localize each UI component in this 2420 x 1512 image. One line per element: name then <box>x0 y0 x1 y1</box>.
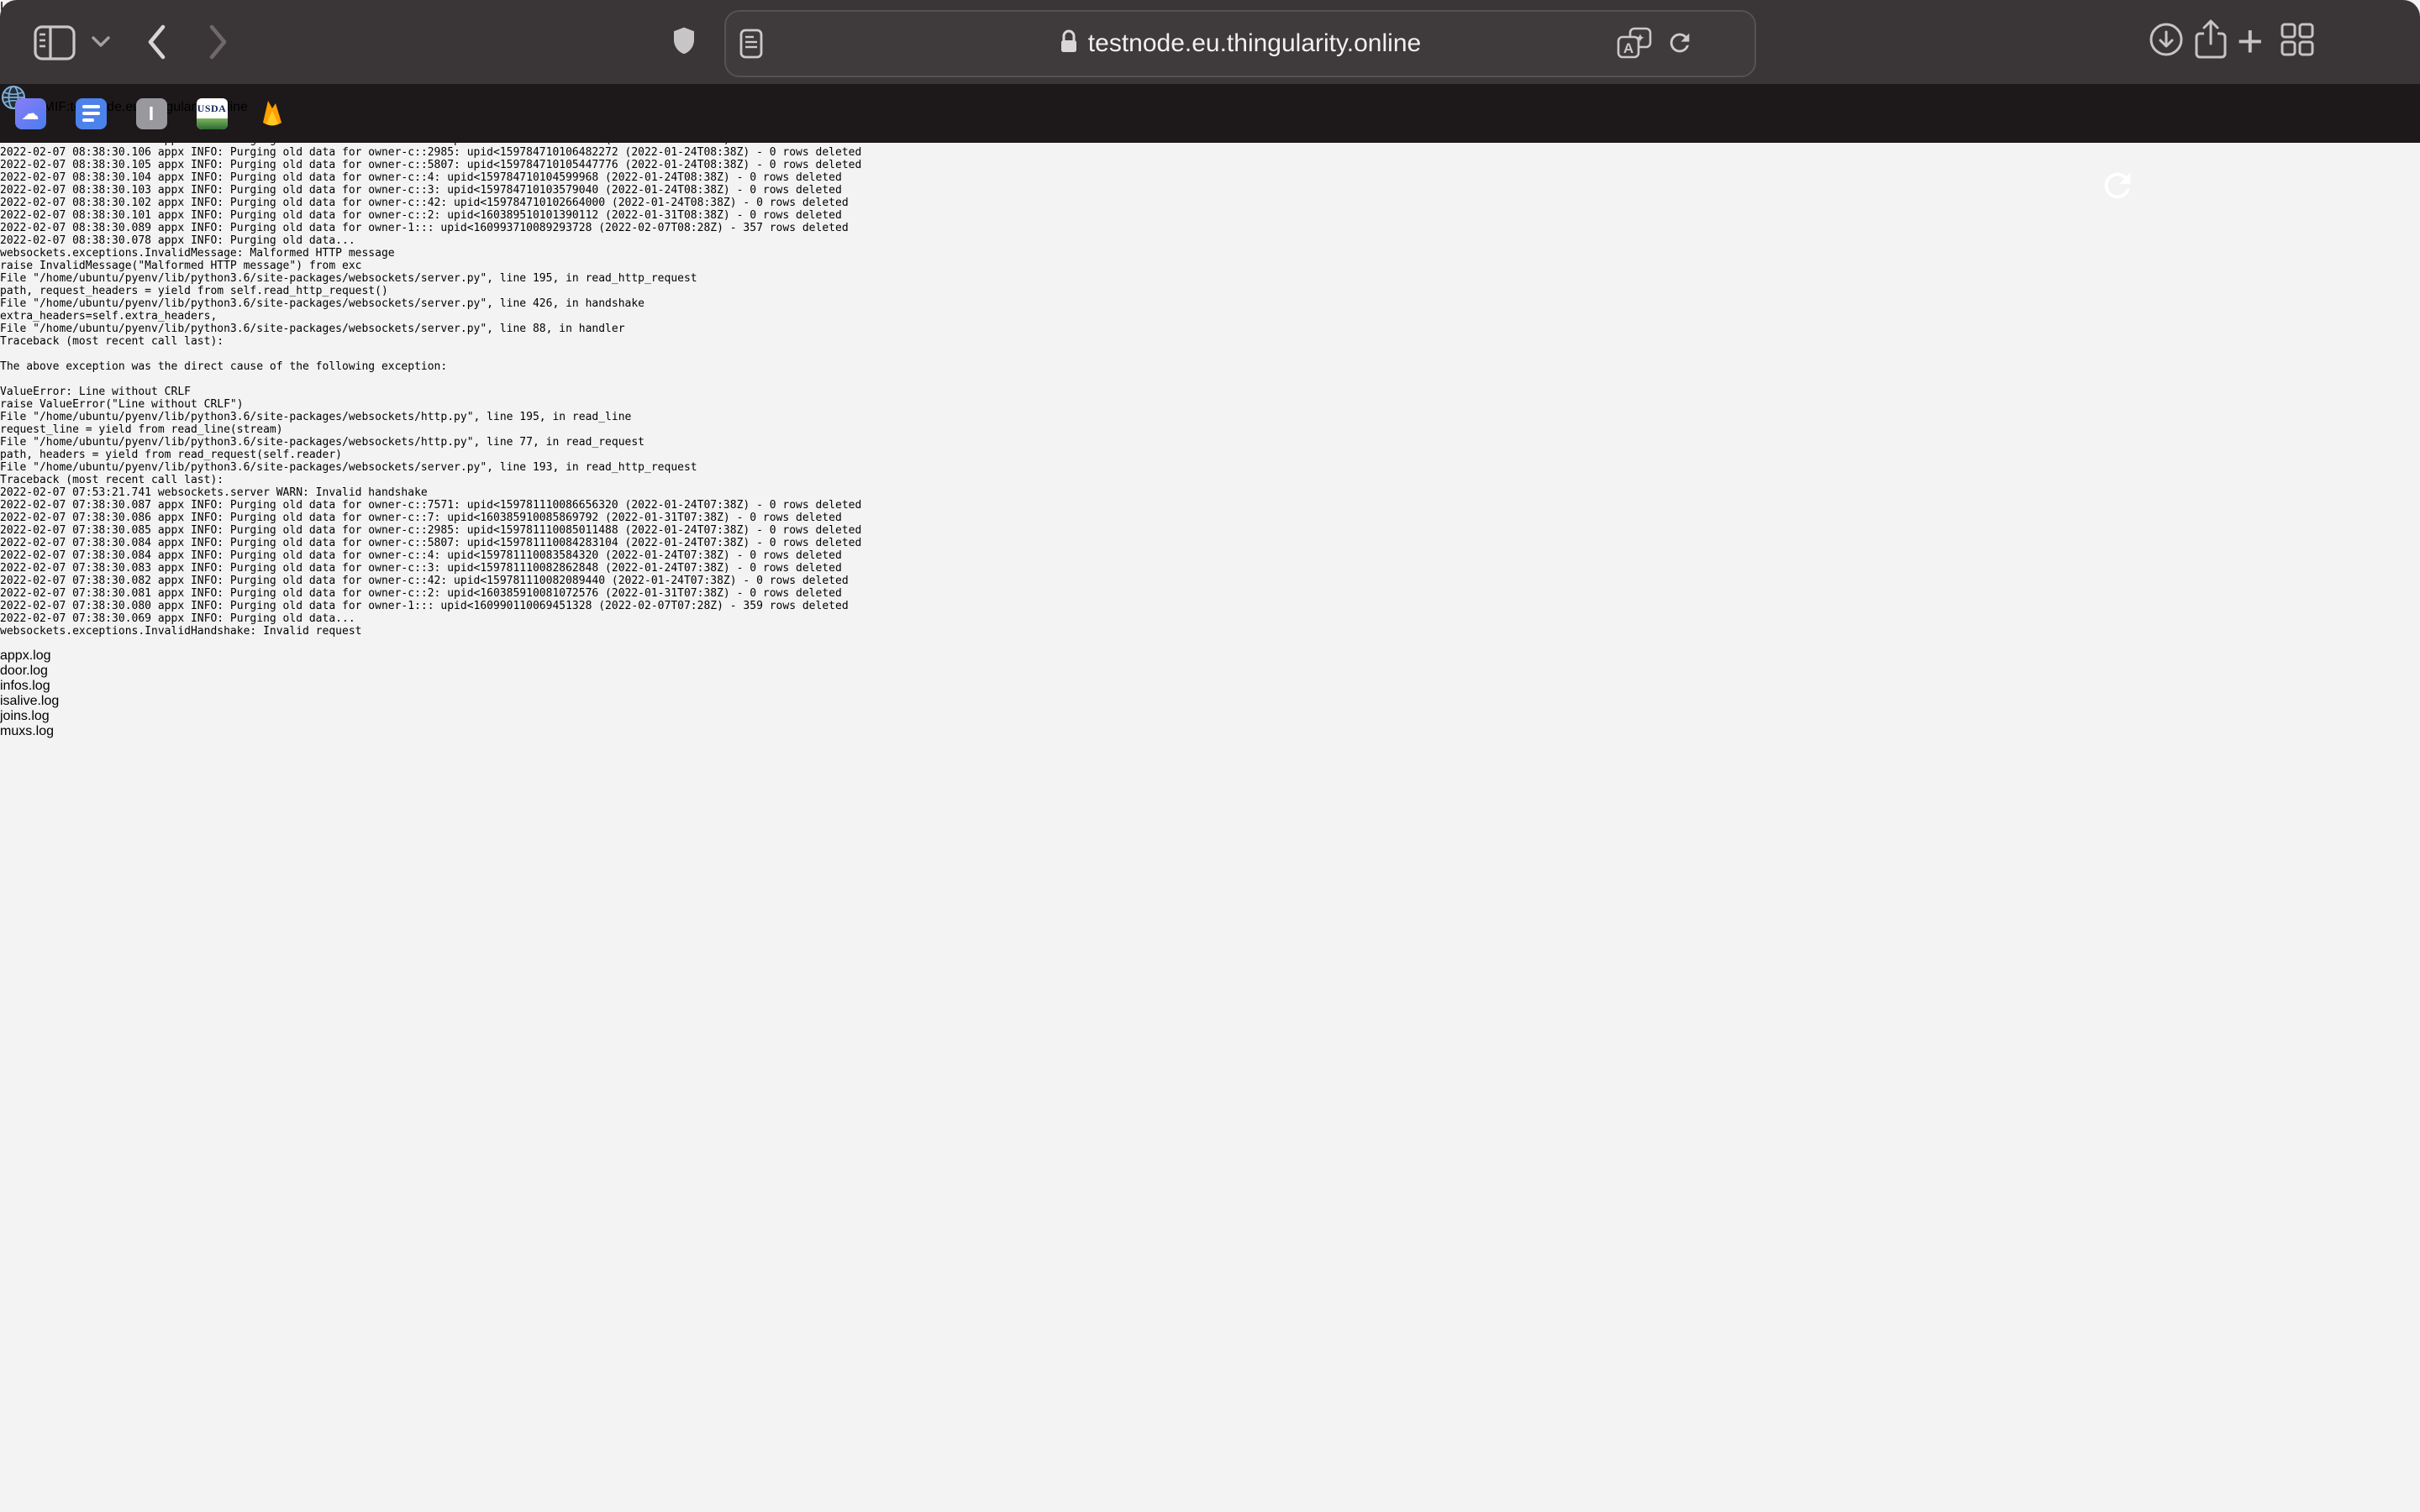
tab-bar: ☁ I USDA <box>0 84 2420 143</box>
url-text: testnode.eu.thingularity.online <box>1088 29 1421 58</box>
log-file-dropdown: appx.log door.log infos.log isalive.log … <box>0 648 2420 739</box>
forward-button[interactable] <box>207 24 230 60</box>
letter-i-icon: I <box>136 98 167 129</box>
tab-overview-icon[interactable] <box>2281 23 2314 56</box>
log-text: 2022-02-07 08:38:30.108 appx INFO: Purgi… <box>0 121 2420 638</box>
address-bar[interactable]: testnode.eu.thingularity.online ✦ A <box>724 10 1756 77</box>
sidebar-chevron-down-icon[interactable] <box>91 35 111 49</box>
translate-icon[interactable]: ✦ A <box>1617 27 1652 60</box>
log-viewer[interactable]: 2022-02-07 08:38:30.108 appx INFO: Purgi… <box>0 121 2420 638</box>
pinned-tab-cloud[interactable]: ☁ <box>0 84 60 143</box>
screen: testnode.eu.thingularity.online ✦ A <box>0 0 2420 1512</box>
svg-text:A: A <box>1623 40 1634 56</box>
downloads-icon[interactable] <box>2148 21 2185 58</box>
cloud-icon: ☁ <box>15 98 46 129</box>
sidebar-toggle-icon[interactable] <box>34 25 76 60</box>
usda-icon: USDA <box>197 98 228 129</box>
address-bar-center: testnode.eu.thingularity.online <box>726 12 1754 76</box>
share-icon[interactable] <box>2193 18 2228 60</box>
document-lines-icon <box>76 98 107 129</box>
log-file-option[interactable]: infos.log <box>0 679 2420 694</box>
active-tab[interactable]: WMIF:testnode.eu.thingularity.online <box>0 84 2420 115</box>
pinned-tab-info[interactable]: I <box>121 84 182 143</box>
refresh-button[interactable] <box>2098 166 2137 205</box>
pinned-tab-usda[interactable]: USDA <box>182 84 242 143</box>
browser-toolbar: testnode.eu.thingularity.online ✦ A <box>0 0 2420 84</box>
pinned-tab-docs[interactable] <box>60 84 121 143</box>
log-file-option[interactable]: door.log <box>0 664 2420 679</box>
back-button[interactable] <box>145 24 168 60</box>
tls-lock-icon <box>1060 29 1078 59</box>
log-file-option[interactable]: appx.log <box>0 648 2420 664</box>
pinned-tab-firebase[interactable] <box>242 84 302 143</box>
reload-icon[interactable] <box>1665 29 1694 57</box>
new-tab-button[interactable]: + <box>2237 18 2264 64</box>
privacy-shield-icon[interactable] <box>671 25 697 59</box>
flame-icon <box>258 98 287 129</box>
log-file-option[interactable]: muxs.log <box>0 724 2420 739</box>
log-file-option[interactable]: isalive.log <box>0 694 2420 709</box>
log-file-option[interactable]: joins.log <box>0 709 2420 724</box>
